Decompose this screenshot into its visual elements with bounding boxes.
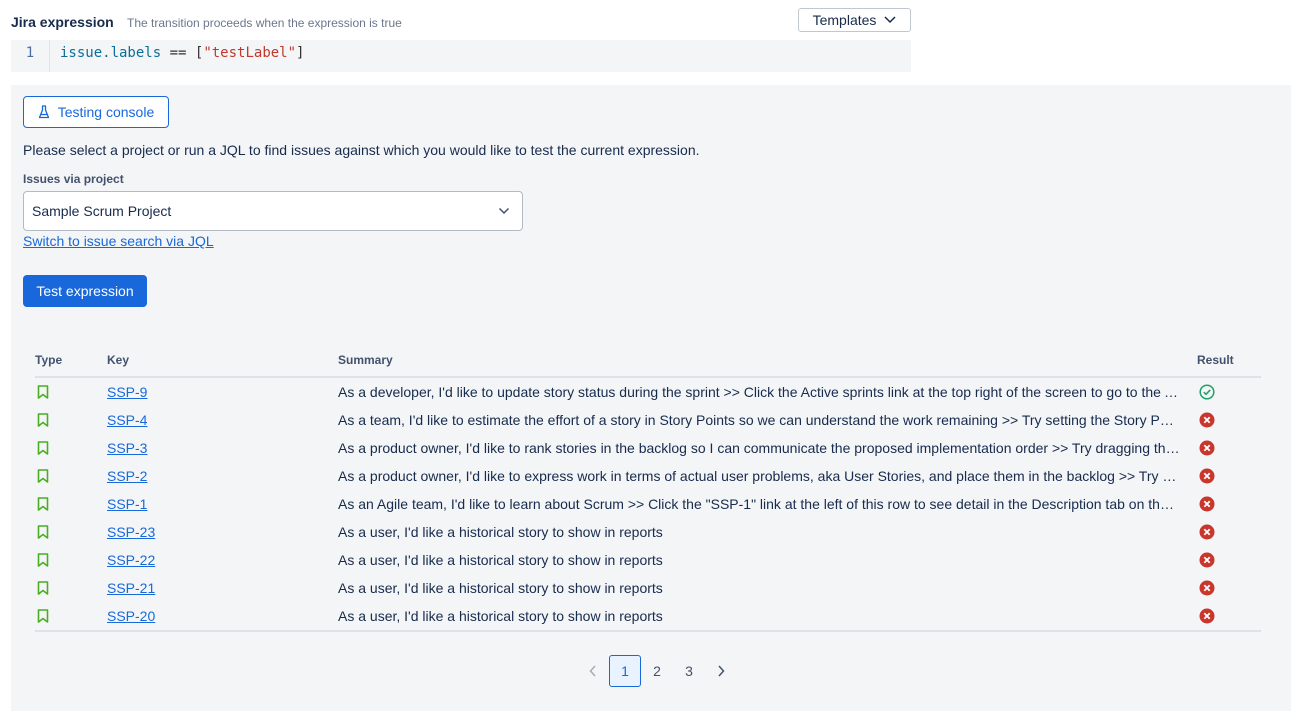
- table-row: SSP-20 As a user, I'd like a historical s…: [35, 602, 1261, 632]
- header-summary[interactable]: Summary: [338, 344, 1197, 378]
- page-1-button[interactable]: 1: [609, 655, 641, 687]
- expression-editor[interactable]: 1 issue.labels == ["testLabel"]: [11, 40, 911, 72]
- code-variable: issue.labels: [60, 45, 162, 61]
- story-icon: [35, 553, 107, 567]
- issue-key-link[interactable]: SSP-22: [107, 552, 155, 568]
- chevron-down-icon: [498, 207, 510, 215]
- page-3-button[interactable]: 3: [673, 655, 705, 687]
- code-string: "testLabel": [203, 45, 297, 61]
- line-number: 1: [11, 40, 50, 72]
- flask-icon: [38, 105, 49, 119]
- project-select[interactable]: Sample Scrum Project: [23, 191, 523, 231]
- issue-summary: As a product owner, I'd like to express …: [338, 468, 1181, 484]
- story-icon: [35, 497, 107, 511]
- code-operator: == [: [161, 45, 204, 61]
- issue-key-link[interactable]: SSP-21: [107, 580, 155, 596]
- results-table: Type Key Summary Result SSP-9 As a develo…: [35, 344, 1261, 632]
- table-row: SSP-1 As an Agile team, I'd like to learn…: [35, 490, 1261, 518]
- error-circle-icon: [1197, 440, 1261, 456]
- code-line[interactable]: issue.labels == ["testLabel"]: [49, 40, 304, 66]
- issue-key-link[interactable]: SSP-1: [107, 496, 147, 512]
- header-type[interactable]: Type: [35, 344, 107, 378]
- previous-page-button[interactable]: [577, 655, 609, 687]
- switch-to-jql-link[interactable]: Switch to issue search via JQL: [23, 233, 214, 249]
- table-row: SSP-9 As a developer, I'd like to update …: [35, 377, 1261, 406]
- next-page-button[interactable]: [705, 655, 737, 687]
- testing-console-label: Testing console: [57, 104, 155, 120]
- chevron-down-icon: [884, 16, 896, 24]
- expression-header: Jira expression The transition proceeds …: [11, 8, 911, 38]
- table-row: SSP-4 As a team, I'd like to estimate the…: [35, 406, 1261, 434]
- issue-key-link[interactable]: SSP-23: [107, 524, 155, 540]
- issue-summary: As an Agile team, I'd like to learn abou…: [338, 496, 1181, 512]
- chevron-right-icon: [718, 665, 725, 677]
- table-row: SSP-21 As a user, I'd like a historical s…: [35, 574, 1261, 602]
- story-icon: [35, 385, 107, 399]
- code-bracket: ]: [296, 45, 305, 61]
- page-2-button[interactable]: 2: [641, 655, 673, 687]
- testing-console-button[interactable]: Testing console: [23, 96, 169, 128]
- table-row: SSP-2 As a product owner, I'd like to exp…: [35, 462, 1261, 490]
- pagination: 1 2 3: [577, 655, 737, 687]
- issue-key-link[interactable]: SSP-9: [107, 384, 147, 400]
- issue-key-link[interactable]: SSP-20: [107, 608, 155, 624]
- test-expression-button[interactable]: Test expression: [23, 275, 147, 307]
- templates-button[interactable]: Templates: [798, 8, 911, 32]
- expression-title: Jira expression: [11, 14, 114, 30]
- error-circle-icon: [1197, 468, 1261, 484]
- chevron-left-icon: [589, 665, 596, 677]
- error-circle-icon: [1197, 524, 1261, 540]
- table-row: SSP-23 As a user, I'd like a historical s…: [35, 518, 1261, 546]
- error-circle-icon: [1197, 412, 1261, 428]
- issue-summary: As a team, I'd like to estimate the effo…: [338, 412, 1181, 428]
- table-row: SSP-22 As a user, I'd like a historical s…: [35, 546, 1261, 574]
- story-icon: [35, 469, 107, 483]
- instructions-text: Please select a project or run a JQL to …: [23, 142, 700, 158]
- story-icon: [35, 609, 107, 623]
- error-circle-icon: [1197, 552, 1261, 568]
- table-header-row: Type Key Summary Result: [35, 344, 1261, 378]
- issue-summary: As a user, I'd like a historical story t…: [338, 524, 663, 540]
- error-circle-icon: [1197, 580, 1261, 596]
- issue-key-link[interactable]: SSP-4: [107, 412, 147, 428]
- issue-summary: As a product owner, I'd like to rank sto…: [338, 440, 1181, 456]
- testing-panel: Testing console Please select a project …: [11, 85, 1291, 711]
- expression-subtitle: The transition proceeds when the express…: [127, 16, 402, 30]
- issue-summary: As a user, I'd like a historical story t…: [338, 580, 663, 596]
- project-field-label: Issues via project: [23, 172, 124, 186]
- issue-key-link[interactable]: SSP-2: [107, 468, 147, 484]
- header-result[interactable]: Result: [1197, 344, 1261, 378]
- header-key[interactable]: Key: [107, 344, 338, 378]
- check-circle-icon: [1197, 384, 1261, 400]
- issue-key-link[interactable]: SSP-3: [107, 440, 147, 456]
- issue-summary: As a developer, I'd like to update story…: [338, 384, 1181, 400]
- issue-summary: As a user, I'd like a historical story t…: [338, 608, 663, 624]
- story-icon: [35, 581, 107, 595]
- story-icon: [35, 441, 107, 455]
- story-icon: [35, 413, 107, 427]
- templates-label: Templates: [812, 12, 877, 28]
- table-row: SSP-3 As a product owner, I'd like to ran…: [35, 434, 1261, 462]
- project-select-value: Sample Scrum Project: [32, 203, 172, 219]
- issue-summary: As a user, I'd like a historical story t…: [338, 552, 663, 568]
- error-circle-icon: [1197, 496, 1261, 512]
- story-icon: [35, 525, 107, 539]
- error-circle-icon: [1197, 608, 1261, 624]
